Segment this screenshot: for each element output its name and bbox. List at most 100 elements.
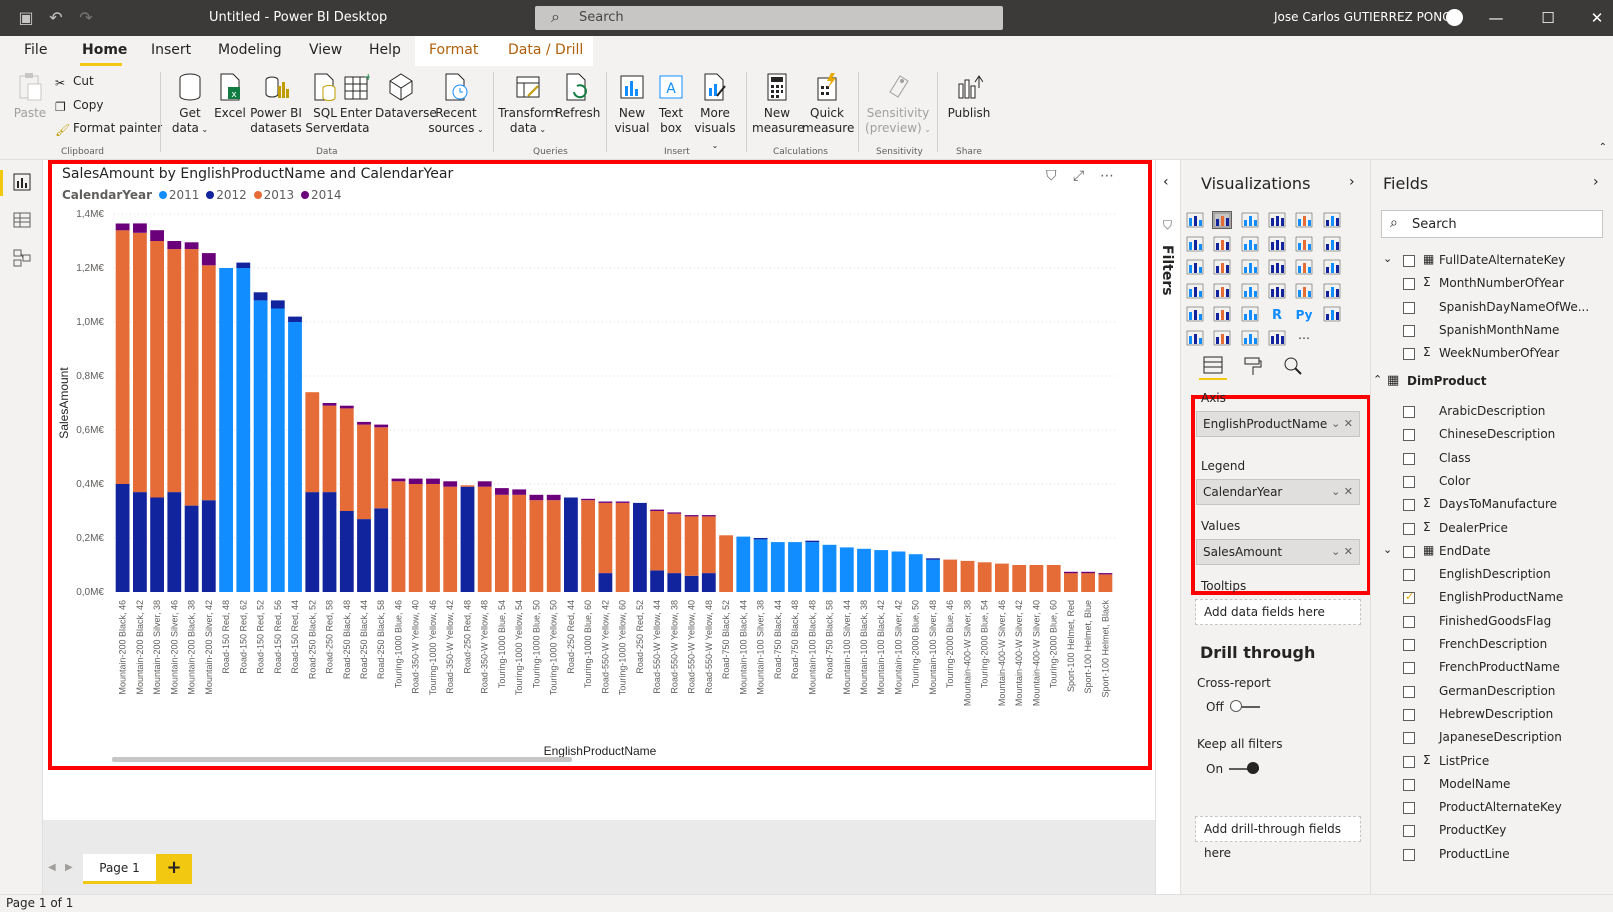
field-item[interactable]: Σ MonthNumberOfYear <box>1371 273 1613 295</box>
field-checkbox[interactable] <box>1403 429 1415 442</box>
tooltips-drop-zone[interactable]: Add data fields here <box>1195 599 1361 625</box>
field-item[interactable]: EnglishDescription <box>1371 564 1613 586</box>
field-checkbox[interactable] <box>1403 590 1415 605</box>
tab-data-drill[interactable]: Data / Drill <box>508 42 583 58</box>
refresh-button[interactable]: Refresh <box>555 72 600 121</box>
ribbon-chart-icon[interactable] <box>1323 236 1341 252</box>
more-visuals-icon[interactable]: ⋯ <box>1295 330 1313 346</box>
analytics-icon[interactable] <box>1283 356 1303 376</box>
matrix-icon[interactable] <box>1241 306 1259 322</box>
field-checkbox[interactable] <box>1403 615 1415 628</box>
copy-button[interactable]: ❐ Copy <box>55 98 103 114</box>
keep-all-filters-toggle[interactable]: On <box>1206 762 1260 776</box>
multi-row-card-icon[interactable] <box>1295 283 1313 299</box>
100-stacked-bar-icon[interactable] <box>1295 212 1313 228</box>
qa-icon[interactable] <box>1213 330 1231 346</box>
chevron-down-icon[interactable]: ⌄ ✕ <box>1331 480 1353 504</box>
stacked-bar-chart-icon[interactable] <box>1186 212 1204 228</box>
cross-report-toggle[interactable]: Off <box>1206 700 1260 714</box>
field-item[interactable]: ProductLine <box>1371 844 1613 866</box>
field-checkbox[interactable] <box>1403 348 1415 361</box>
field-item[interactable]: Σ WeekNumberOfYear <box>1371 343 1613 365</box>
new-measure-button[interactable]: New measure <box>752 72 804 136</box>
page-tab[interactable]: Page 1 <box>83 854 156 884</box>
line-column-icon[interactable] <box>1268 236 1286 252</box>
paste-button[interactable]: Paste <box>12 72 48 121</box>
python-visual-icon[interactable]: Py <box>1295 306 1313 322</box>
treemap-icon[interactable] <box>1323 259 1341 275</box>
scatter-chart-icon[interactable] <box>1241 259 1259 275</box>
quick-measure-button[interactable]: Quick measure <box>802 72 854 136</box>
values-well-field[interactable]: SalesAmount ⌄ ✕ <box>1196 539 1360 565</box>
field-checkbox[interactable] <box>1403 685 1415 698</box>
report-view-icon[interactable] <box>12 172 32 192</box>
field-checkbox[interactable] <box>1403 732 1415 745</box>
field-item[interactable]: Σ ListPrice <box>1371 751 1613 773</box>
add-page-button[interactable]: + <box>156 854 192 884</box>
next-page-icon[interactable]: ▶ <box>65 862 73 873</box>
field-item[interactable]: Σ DaysToManufacture <box>1371 494 1613 516</box>
chevron-up-icon[interactable]: ⌃ <box>1599 142 1607 153</box>
filters-pane-collapsed[interactable]: ‹ ⛉ Filters <box>1155 160 1180 894</box>
format-paint-roller-icon[interactable] <box>1243 356 1263 376</box>
field-checkbox[interactable] <box>1403 825 1415 838</box>
dataverse-button[interactable]: Dataverse <box>375 72 437 121</box>
fields-search-input[interactable]: ⌕ Search <box>1381 210 1603 238</box>
pie-chart-icon[interactable] <box>1268 259 1286 275</box>
publish-button[interactable]: Publish <box>943 72 995 121</box>
waterfall-chart-icon[interactable] <box>1186 259 1204 275</box>
clustered-bar-chart-icon[interactable] <box>1241 212 1259 228</box>
stacked-column-chart-visual[interactable]: SalesAmount by EnglishProductName and Ca… <box>48 160 1152 770</box>
field-item[interactable]: EnglishProductName <box>1371 587 1613 609</box>
field-item[interactable]: ProductKey <box>1371 820 1613 842</box>
field-item[interactable]: ⌄ ▦ EndDate <box>1371 541 1613 563</box>
tab-help[interactable]: Help <box>369 42 401 58</box>
field-checkbox[interactable] <box>1403 278 1415 291</box>
area-chart-icon[interactable] <box>1213 236 1231 252</box>
chevron-left-icon[interactable]: ‹ <box>1163 174 1169 190</box>
avatar[interactable] <box>1446 9 1463 26</box>
field-checkbox[interactable] <box>1403 255 1415 267</box>
field-item[interactable]: HebrewDescription <box>1371 704 1613 726</box>
chevron-down-icon[interactable]: ⌄ ✕ <box>1331 412 1353 436</box>
line-chart-icon[interactable] <box>1186 236 1204 252</box>
tab-view[interactable]: View <box>309 42 342 58</box>
field-item[interactable]: Color <box>1371 471 1613 493</box>
filled-map-icon[interactable] <box>1213 283 1231 299</box>
chevron-down-icon[interactable]: ⌄ <box>1383 543 1392 556</box>
100-stacked-column-icon[interactable] <box>1323 212 1341 228</box>
map-icon[interactable] <box>1186 283 1204 299</box>
axis-well-field[interactable]: EnglishProductName ⌄ ✕ <box>1196 411 1360 437</box>
chevron-right-icon[interactable]: › <box>1349 174 1355 190</box>
field-item[interactable]: Σ DealerPrice <box>1371 518 1613 540</box>
field-checkbox[interactable] <box>1403 324 1415 337</box>
field-item[interactable]: ProductAlternateKey <box>1371 797 1613 819</box>
legend-well-field[interactable]: CalendarYear ⌄ ✕ <box>1196 479 1360 505</box>
line-clustered-column-icon[interactable] <box>1295 236 1313 252</box>
smart-narrative-icon[interactable] <box>1241 330 1259 346</box>
transform-data-button[interactable]: Transform data ⌄ <box>498 72 558 137</box>
decomposition-tree-icon[interactable] <box>1186 330 1204 346</box>
field-item[interactable]: GermanDescription <box>1371 681 1613 703</box>
slicer-icon[interactable] <box>1186 306 1204 322</box>
data-view-icon[interactable] <box>12 210 32 230</box>
field-item[interactable]: ArabicDescription <box>1371 401 1613 423</box>
field-checkbox[interactable] <box>1403 522 1415 535</box>
donut-chart-icon[interactable] <box>1295 259 1313 275</box>
stacked-area-icon[interactable] <box>1241 236 1259 252</box>
fields-tab-icon[interactable] <box>1203 356 1223 374</box>
field-item[interactable]: FinishedGoodsFlag <box>1371 611 1613 633</box>
key-influencers-icon[interactable] <box>1323 306 1341 322</box>
text-box-button[interactable]: A Text box <box>652 72 690 136</box>
sensitivity-button[interactable]: Sensitivity (preview) ⌄ <box>864 72 932 137</box>
field-checkbox[interactable] <box>1403 475 1415 488</box>
kpi-icon[interactable] <box>1323 283 1341 299</box>
chevron-down-icon[interactable]: ⌄ <box>1383 252 1392 265</box>
redo-icon[interactable]: ↷ <box>76 8 96 28</box>
prev-page-icon[interactable]: ◀ <box>48 862 56 873</box>
field-checkbox[interactable] <box>1403 708 1415 721</box>
field-item[interactable]: JapaneseDescription <box>1371 727 1613 749</box>
field-item[interactable]: ModelName <box>1371 774 1613 796</box>
field-checkbox[interactable] <box>1403 848 1415 861</box>
tab-modeling[interactable]: Modeling <box>218 42 282 58</box>
